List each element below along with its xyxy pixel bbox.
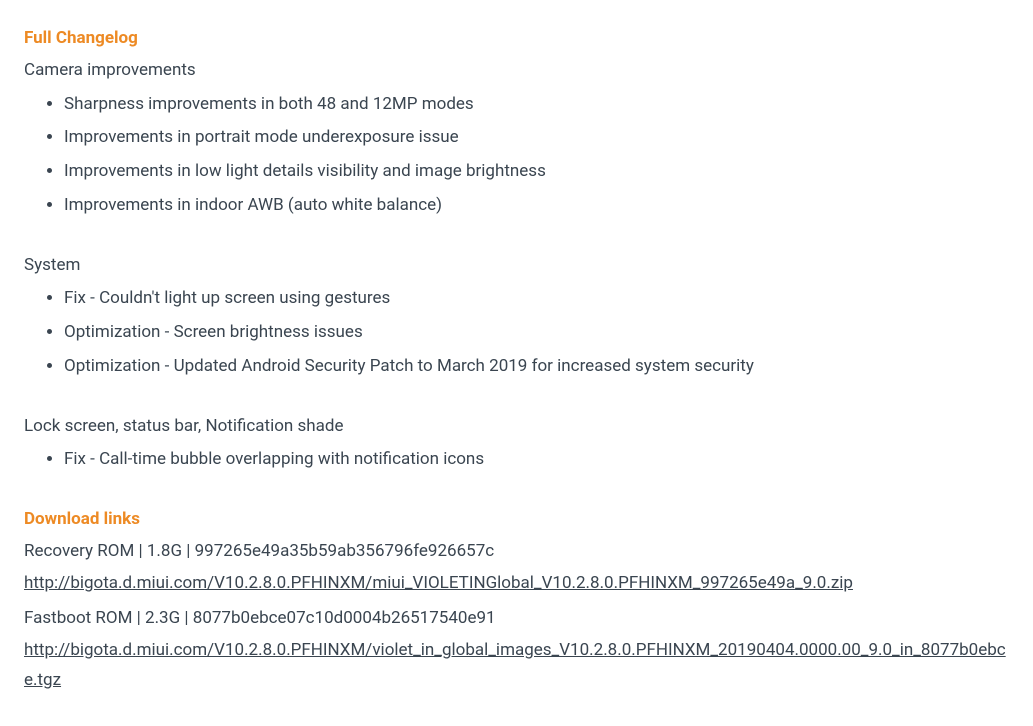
download-info-recovery: Recovery ROM | 1.8G | 997265e49a35b59ab3… bbox=[24, 537, 1009, 567]
list-item: Optimization - Updated Android Security … bbox=[64, 350, 1009, 384]
section-list-camera: Sharpness improvements in both 48 and 12… bbox=[24, 88, 1009, 223]
section-label-lockscreen: Lock screen, status bar, Notification sh… bbox=[24, 412, 1009, 442]
list-item: Optimization - Screen brightness issues bbox=[64, 316, 1009, 350]
list-item: Sharpness improvements in both 48 and 12… bbox=[64, 88, 1009, 122]
section-list-system: Fix - Couldn't light up screen using ges… bbox=[24, 282, 1009, 383]
download-link-fastboot[interactable]: http://bigota.d.miui.com/V10.2.8.0.PFHIN… bbox=[24, 640, 1006, 690]
list-item: Fix - Couldn't light up screen using ges… bbox=[64, 282, 1009, 316]
downloads-heading: Download links bbox=[24, 505, 1009, 535]
list-item: Fix - Call-time bubble overlapping with … bbox=[64, 443, 1009, 477]
download-link-recovery[interactable]: http://bigota.d.miui.com/V10.2.8.0.PFHIN… bbox=[24, 573, 853, 593]
changelog-heading: Full Changelog bbox=[24, 24, 1009, 54]
section-label-system: System bbox=[24, 251, 1009, 281]
list-item: Improvements in low light details visibi… bbox=[64, 155, 1009, 189]
list-item: Improvements in indoor AWB (auto white b… bbox=[64, 189, 1009, 223]
section-label-camera: Camera improvements bbox=[24, 56, 1009, 86]
download-info-fastboot: Fastboot ROM | 2.3G | 8077b0ebce07c10d00… bbox=[24, 604, 1009, 634]
list-item: Improvements in portrait mode underexpos… bbox=[64, 121, 1009, 155]
section-list-lockscreen: Fix - Call-time bubble overlapping with … bbox=[24, 443, 1009, 477]
